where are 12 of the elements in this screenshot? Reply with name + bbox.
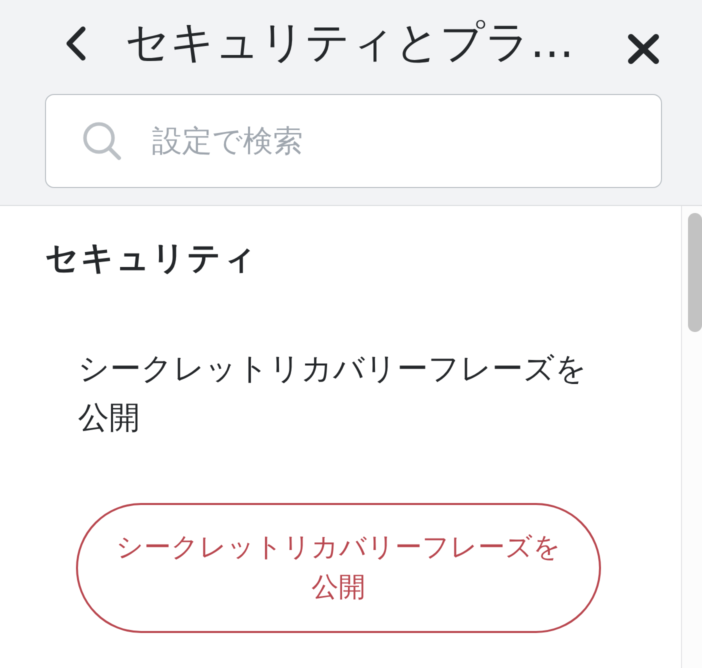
section-heading: セキュリティ bbox=[45, 238, 259, 278]
scrollbar-thumb[interactable] bbox=[688, 213, 702, 332]
scrollbar-track[interactable] bbox=[681, 206, 702, 668]
back-icon bbox=[65, 26, 87, 60]
search-icon bbox=[82, 121, 122, 161]
reveal-phrase-button[interactable]: シークレットリカバリーフレーズを公開 bbox=[76, 503, 601, 633]
page-title: セキュリティとプラ… bbox=[125, 17, 575, 69]
setting-description: シークレットリカバリーフレーズを公開 bbox=[78, 350, 588, 438]
search-field[interactable]: 設定で検索 bbox=[45, 94, 662, 188]
back-button[interactable] bbox=[65, 26, 87, 60]
close-button[interactable] bbox=[628, 34, 659, 64]
close-icon bbox=[628, 34, 659, 64]
